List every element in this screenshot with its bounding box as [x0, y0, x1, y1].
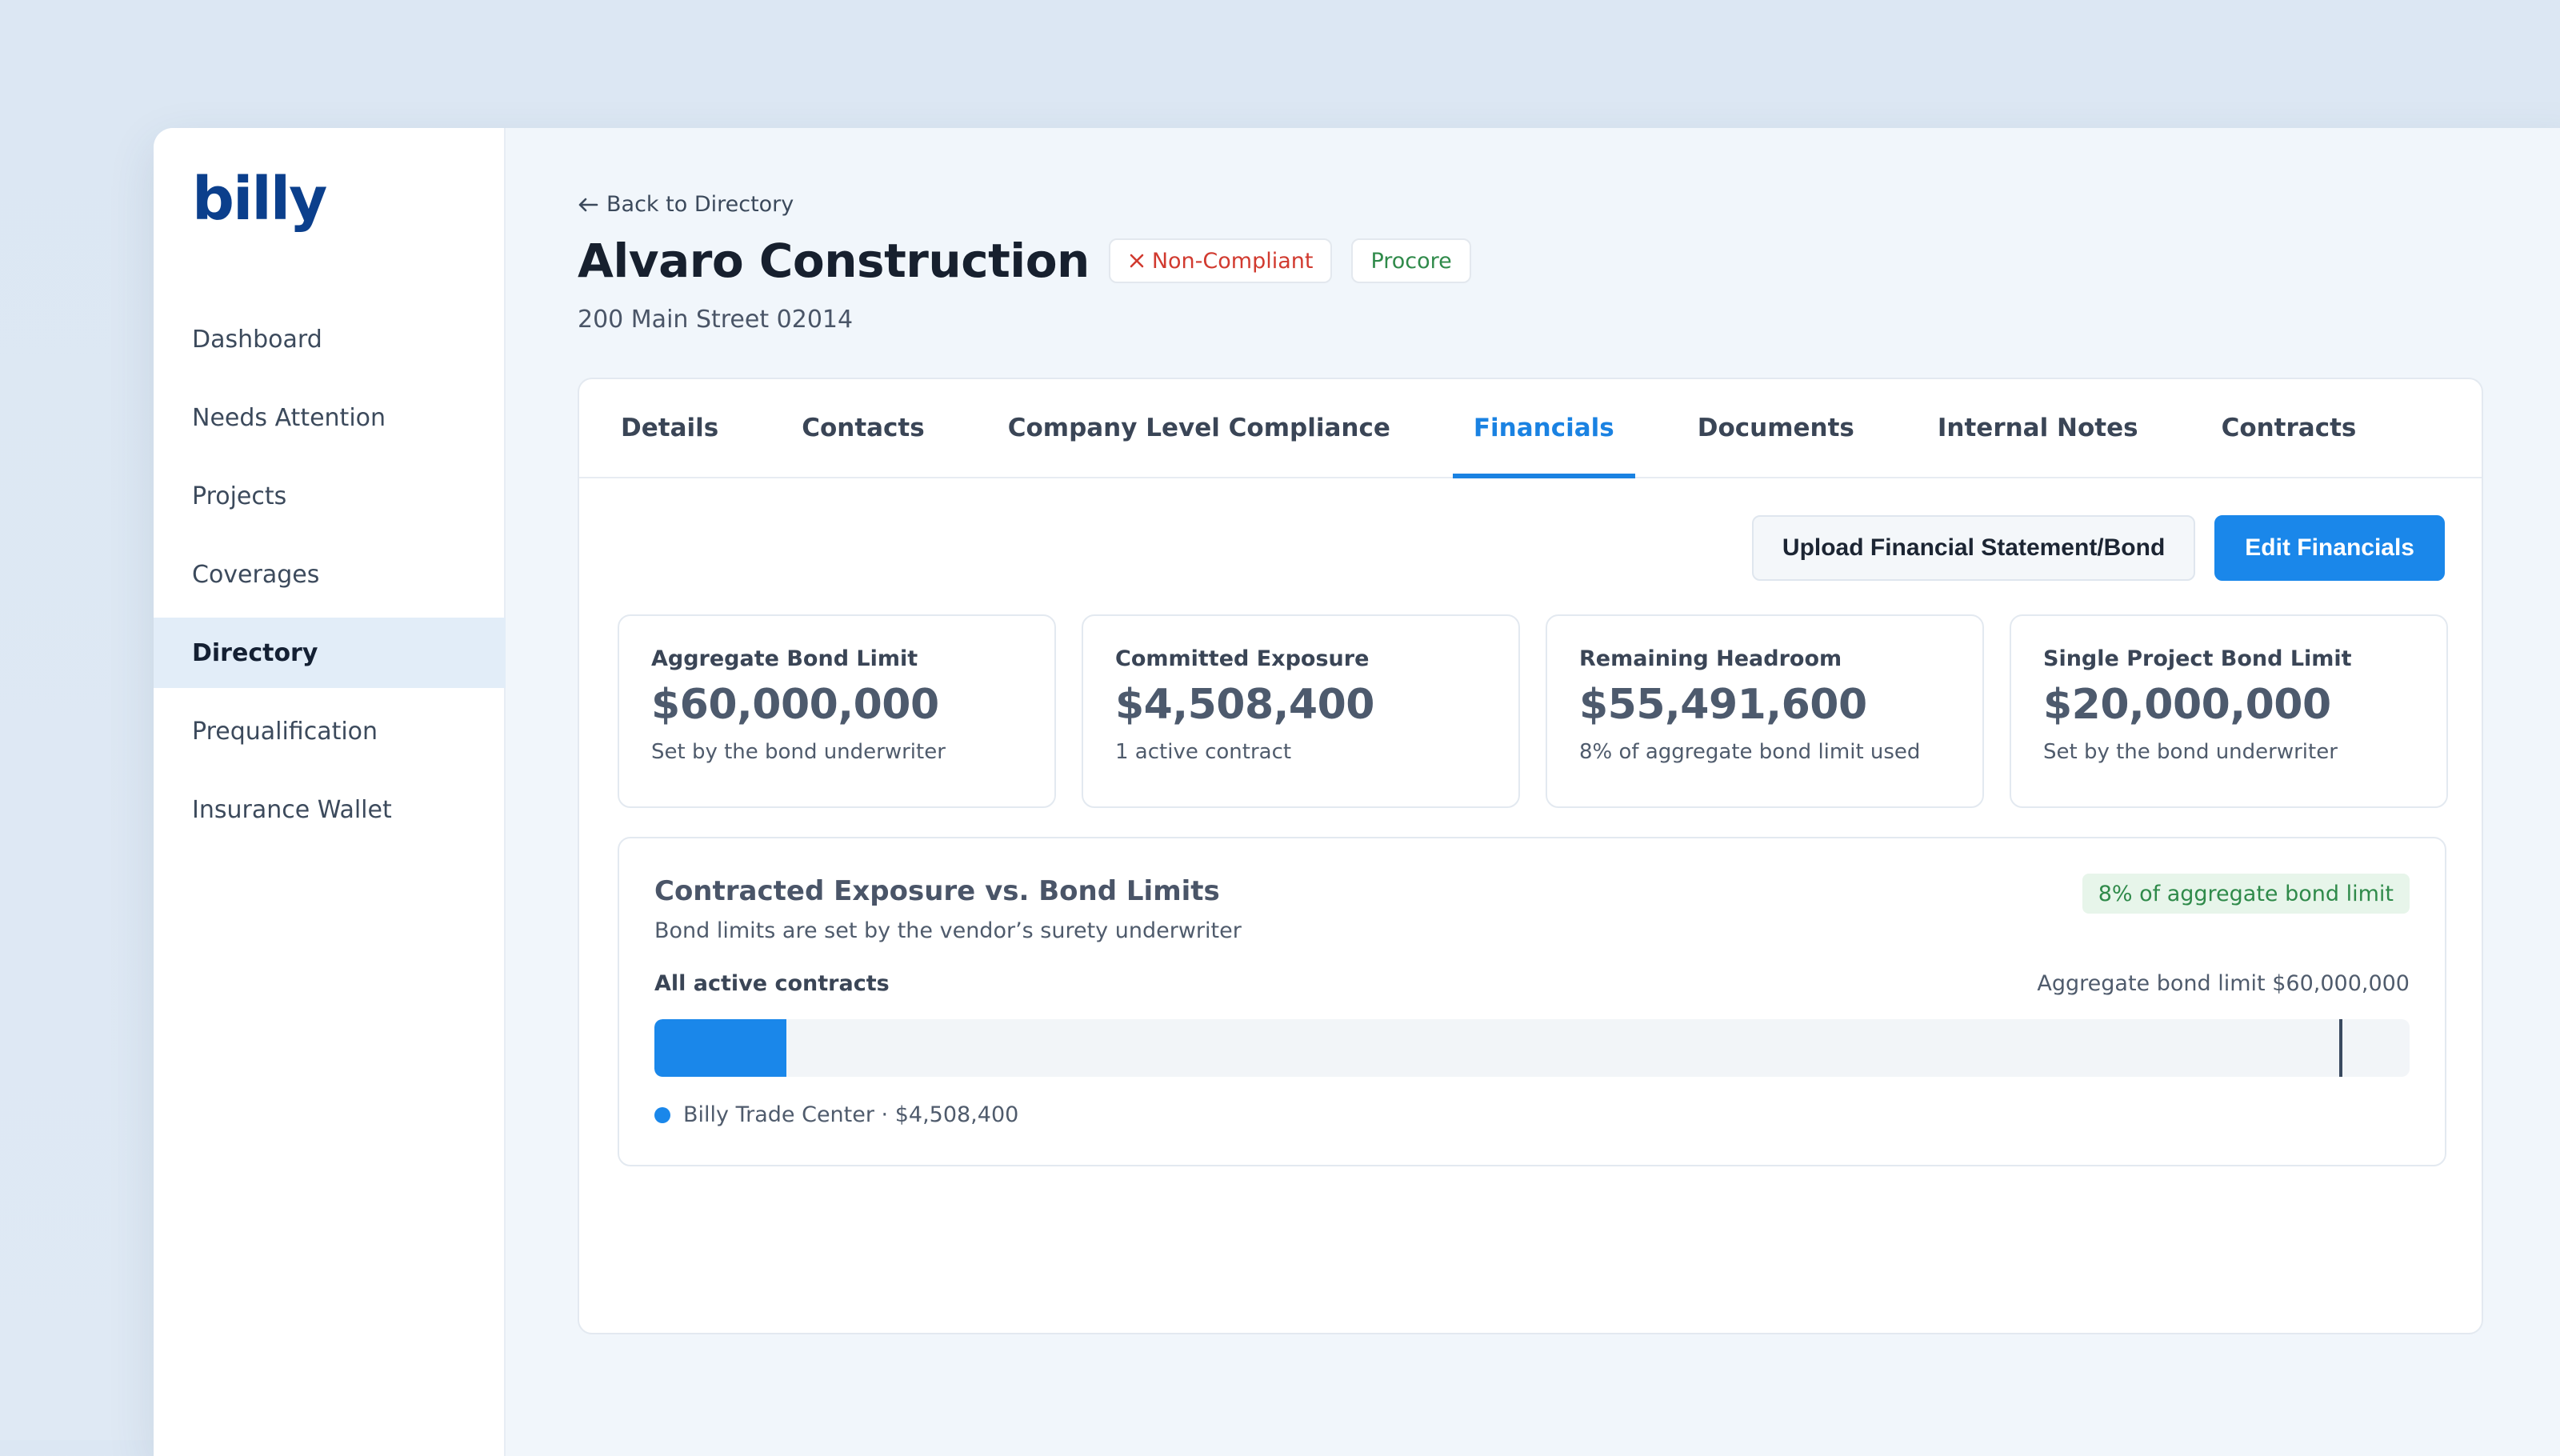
- metric-card-single-project-bond-limit: Single Project Bond Limit $20,000,000 Se…: [2010, 614, 2448, 808]
- metric-subtext: Set by the bond underwriter: [651, 740, 946, 764]
- metric-label: Remaining Headroom: [1579, 646, 1842, 671]
- sidebar-item-projects[interactable]: Projects: [154, 461, 506, 531]
- main-content: Back to Directory Alvaro Construction No…: [578, 128, 2560, 1456]
- source-badge: Procore: [1351, 238, 1471, 283]
- arrow-left-icon: [578, 198, 598, 211]
- metric-value: $4,508,400: [1115, 681, 1374, 729]
- back-label: Back to Directory: [606, 192, 794, 217]
- exposure-bar-track: [654, 1019, 2410, 1077]
- sidebar-item-needs-attention[interactable]: Needs Attention: [154, 382, 506, 453]
- tab-bar: Details Contacts Company Level Complianc…: [579, 379, 2482, 478]
- tab-financials[interactable]: Financials: [1452, 379, 1635, 478]
- metric-label: Committed Exposure: [1115, 646, 1370, 671]
- tab-documents[interactable]: Documents: [1677, 379, 1875, 477]
- metric-card-aggregate-bond-limit: Aggregate Bond Limit $60,000,000 Set by …: [618, 614, 1056, 808]
- metric-cards: Aggregate Bond Limit $60,000,000 Set by …: [618, 614, 2448, 808]
- details-panel: Details Contacts Company Level Complianc…: [578, 378, 2483, 1334]
- upload-financial-statement-button[interactable]: Upload Financial Statement/Bond: [1751, 515, 2196, 581]
- sidebar-item-dashboard[interactable]: Dashboard: [154, 304, 506, 374]
- app-window: billy Dashboard Needs Attention Projects…: [154, 128, 2560, 1456]
- tab-company-level-compliance[interactable]: Company Level Compliance: [987, 379, 1411, 477]
- back-to-directory-link[interactable]: Back to Directory: [578, 192, 794, 217]
- metric-card-committed-exposure: Committed Exposure $4,508,400 1 active c…: [1082, 614, 1520, 808]
- metric-subtext: 8% of aggregate bond limit used: [1579, 740, 1921, 764]
- company-address: 200 Main Street 02014: [578, 306, 854, 334]
- status-badge: Non-Compliant: [1108, 238, 1333, 283]
- action-buttons: Upload Financial Statement/Bond Edit Fin…: [1751, 515, 2445, 581]
- legend-dot-icon: [654, 1106, 670, 1123]
- sidebar-item-coverages[interactable]: Coverages: [154, 539, 506, 610]
- aggregate-limit-marker: [2339, 1019, 2342, 1077]
- usage-percent-badge: 8% of aggregate bond limit: [2082, 874, 2410, 914]
- metric-value: $55,491,600: [1579, 681, 1867, 729]
- edit-financials-button[interactable]: Edit Financials: [2214, 515, 2445, 581]
- tab-contacts[interactable]: Contacts: [781, 379, 946, 477]
- metric-value: $60,000,000: [651, 681, 939, 729]
- exposure-title: Contracted Exposure vs. Bond Limits: [654, 875, 1220, 907]
- legend-label: Billy Trade Center · $4,508,400: [683, 1102, 1019, 1127]
- tab-details[interactable]: Details: [600, 379, 739, 477]
- exposure-card: Contracted Exposure vs. Bond Limits Bond…: [618, 837, 2446, 1166]
- exposure-subtitle: Bond limits are set by the vendor’s sure…: [654, 918, 1242, 943]
- exposure-bar-fill[interactable]: [654, 1019, 786, 1077]
- title-row: Alvaro Construction Non-Compliant Procor…: [578, 234, 1471, 288]
- x-icon: [1130, 254, 1144, 268]
- exposure-legend: Billy Trade Center · $4,508,400: [654, 1102, 1018, 1127]
- aggregate-limit-label: Aggregate bond limit $60,000,000: [2037, 971, 2410, 996]
- tab-internal-notes[interactable]: Internal Notes: [1917, 379, 2159, 477]
- metric-subtext: 1 active contract: [1115, 740, 1292, 764]
- sidebar: billy Dashboard Needs Attention Projects…: [154, 128, 506, 1456]
- sidebar-item-prequalification[interactable]: Prequalification: [154, 696, 506, 766]
- tab-contracts[interactable]: Contracts: [2201, 379, 2378, 477]
- metric-subtext: Set by the bond underwriter: [2043, 740, 2338, 764]
- sidebar-item-insurance-wallet[interactable]: Insurance Wallet: [154, 774, 506, 845]
- metric-value: $20,000,000: [2043, 681, 2331, 729]
- sidebar-nav: Dashboard Needs Attention Projects Cover…: [154, 304, 506, 853]
- all-active-contracts-label: All active contracts: [654, 971, 890, 996]
- status-badge-label: Non-Compliant: [1151, 248, 1314, 274]
- sidebar-item-directory[interactable]: Directory: [154, 618, 506, 688]
- metric-card-remaining-headroom: Remaining Headroom $55,491,600 8% of agg…: [1546, 614, 1984, 808]
- billy-logo[interactable]: billy: [192, 165, 327, 234]
- metric-label: Aggregate Bond Limit: [651, 646, 918, 671]
- page-title: Alvaro Construction: [578, 234, 1090, 288]
- metric-label: Single Project Bond Limit: [2043, 646, 2352, 671]
